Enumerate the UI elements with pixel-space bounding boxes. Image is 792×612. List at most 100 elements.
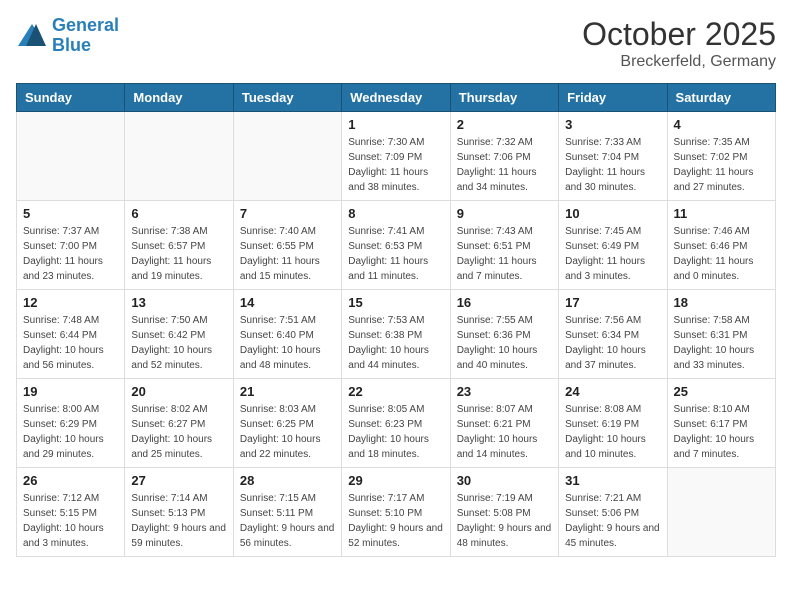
day-number: 17: [565, 295, 660, 310]
day-number: 30: [457, 473, 552, 488]
day-number: 20: [131, 384, 226, 399]
calendar-cell: 15 Sunrise: 7:53 AM Sunset: 6:38 PM Dayli…: [342, 290, 450, 379]
day-number: 7: [240, 206, 335, 221]
calendar-cell: 18Sunrise: 7:58 AM Sunset: 6:31 PM Dayli…: [667, 290, 775, 379]
day-info: Sunrise: 7:37 AM Sunset: 7:00 PM Dayligh…: [23, 224, 118, 284]
day-info: Sunrise: 7:46 AM Sunset: 6:46 PM Dayligh…: [674, 224, 769, 284]
day-info: Sunrise: 8:03 AM Sunset: 6:25 PM Dayligh…: [240, 402, 335, 462]
day-info: Sunrise: 7:48 AM Sunset: 6:44 PM Dayligh…: [23, 313, 118, 373]
calendar-cell: 25Sunrise: 8:10 AM Sunset: 6:17 PM Dayli…: [667, 379, 775, 468]
day-number: 3: [565, 117, 660, 132]
page-header: General Blue October 2025 Breckerfeld, G…: [16, 16, 776, 71]
day-number: 31: [565, 473, 660, 488]
day-info: Sunrise: 7:32 AM Sunset: 7:06 PM Dayligh…: [457, 135, 552, 195]
day-number: 28: [240, 473, 335, 488]
day-info: Sunrise: 8:08 AM Sunset: 6:19 PM Dayligh…: [565, 402, 660, 462]
logo-text: General Blue: [52, 16, 119, 56]
logo-line1: General: [52, 15, 119, 35]
calendar-cell: 13 Sunrise: 7:50 AM Sunset: 6:42 PM Dayli…: [125, 290, 233, 379]
day-info: Sunrise: 7:55 AM Sunset: 6:36 PM Dayligh…: [457, 313, 552, 373]
calendar-cell: [667, 468, 775, 557]
calendar-cell: 23 Sunrise: 8:07 AM Sunset: 6:21 PM Dayli…: [450, 379, 558, 468]
day-info: Sunrise: 8:07 AM Sunset: 6:21 PM Dayligh…: [457, 402, 552, 462]
calendar-cell: 8 Sunrise: 7:41 AM Sunset: 6:53 PM Daylig…: [342, 201, 450, 290]
calendar-cell: 9 Sunrise: 7:43 AM Sunset: 6:51 PM Daylig…: [450, 201, 558, 290]
calendar-cell: 27 Sunrise: 7:14 AM Sunset: 5:13 PM Dayli…: [125, 468, 233, 557]
weekday-header-row: SundayMondayTuesdayWednesdayThursdayFrid…: [17, 84, 776, 112]
weekday-header-thursday: Thursday: [450, 84, 558, 112]
day-number: 11: [674, 206, 769, 221]
week-row-3: 12 Sunrise: 7:48 AM Sunset: 6:44 PM Dayli…: [17, 290, 776, 379]
day-info: Sunrise: 7:45 AM Sunset: 6:49 PM Dayligh…: [565, 224, 660, 284]
day-info: Sunrise: 7:21 AM Sunset: 5:06 PM Dayligh…: [565, 491, 660, 551]
weekday-header-wednesday: Wednesday: [342, 84, 450, 112]
calendar-cell: 2 Sunrise: 7:32 AM Sunset: 7:06 PM Daylig…: [450, 112, 558, 201]
weekday-header-tuesday: Tuesday: [233, 84, 341, 112]
calendar-cell: 28 Sunrise: 7:15 AM Sunset: 5:11 PM Dayli…: [233, 468, 341, 557]
day-info: Sunrise: 7:56 AM Sunset: 6:34 PM Dayligh…: [565, 313, 660, 373]
calendar-cell: 29Sunrise: 7:17 AM Sunset: 5:10 PM Dayli…: [342, 468, 450, 557]
day-number: 21: [240, 384, 335, 399]
logo-line2: Blue: [52, 35, 91, 55]
day-number: 1: [348, 117, 443, 132]
day-info: Sunrise: 7:43 AM Sunset: 6:51 PM Dayligh…: [457, 224, 552, 284]
calendar-cell: 3 Sunrise: 7:33 AM Sunset: 7:04 PM Daylig…: [559, 112, 667, 201]
day-number: 15: [348, 295, 443, 310]
day-info: Sunrise: 7:12 AM Sunset: 5:15 PM Dayligh…: [23, 491, 118, 551]
day-info: Sunrise: 8:10 AM Sunset: 6:17 PM Dayligh…: [674, 402, 769, 462]
day-number: 26: [23, 473, 118, 488]
day-info: Sunrise: 7:35 AM Sunset: 7:02 PM Dayligh…: [674, 135, 769, 195]
calendar-cell: 22Sunrise: 8:05 AM Sunset: 6:23 PM Dayli…: [342, 379, 450, 468]
day-number: 8: [348, 206, 443, 221]
day-number: 27: [131, 473, 226, 488]
calendar-cell: 17 Sunrise: 7:56 AM Sunset: 6:34 PM Dayli…: [559, 290, 667, 379]
day-info: Sunrise: 7:33 AM Sunset: 7:04 PM Dayligh…: [565, 135, 660, 195]
day-number: 23: [457, 384, 552, 399]
calendar-cell: 26 Sunrise: 7:12 AM Sunset: 5:15 PM Dayli…: [17, 468, 125, 557]
calendar-cell: 5 Sunrise: 7:37 AM Sunset: 7:00 PM Daylig…: [17, 201, 125, 290]
calendar-cell: 6 Sunrise: 7:38 AM Sunset: 6:57 PM Daylig…: [125, 201, 233, 290]
weekday-header-saturday: Saturday: [667, 84, 775, 112]
day-number: 16: [457, 295, 552, 310]
day-info: Sunrise: 7:53 AM Sunset: 6:38 PM Dayligh…: [348, 313, 443, 373]
calendar-cell: 31 Sunrise: 7:21 AM Sunset: 5:06 PM Dayli…: [559, 468, 667, 557]
day-info: Sunrise: 7:19 AM Sunset: 5:08 PM Dayligh…: [457, 491, 552, 551]
day-number: 9: [457, 206, 552, 221]
day-number: 14: [240, 295, 335, 310]
week-row-2: 5 Sunrise: 7:37 AM Sunset: 7:00 PM Daylig…: [17, 201, 776, 290]
calendar-cell: [125, 112, 233, 201]
day-number: 10: [565, 206, 660, 221]
day-info: Sunrise: 7:51 AM Sunset: 6:40 PM Dayligh…: [240, 313, 335, 373]
weekday-header-monday: Monday: [125, 84, 233, 112]
month-title: October 2025 Breckerfeld, Germany: [582, 16, 776, 71]
day-number: 4: [674, 117, 769, 132]
week-row-5: 26 Sunrise: 7:12 AM Sunset: 5:15 PM Dayli…: [17, 468, 776, 557]
week-row-1: 1Sunrise: 7:30 AM Sunset: 7:09 PM Daylig…: [17, 112, 776, 201]
day-info: Sunrise: 7:50 AM Sunset: 6:42 PM Dayligh…: [131, 313, 226, 373]
day-info: Sunrise: 7:58 AM Sunset: 6:31 PM Dayligh…: [674, 313, 769, 373]
calendar-cell: 19Sunrise: 8:00 AM Sunset: 6:29 PM Dayli…: [17, 379, 125, 468]
day-number: 2: [457, 117, 552, 132]
day-number: 13: [131, 295, 226, 310]
logo: General Blue: [16, 16, 119, 56]
day-number: 6: [131, 206, 226, 221]
month-heading: October 2025: [582, 16, 776, 53]
week-row-4: 19Sunrise: 8:00 AM Sunset: 6:29 PM Dayli…: [17, 379, 776, 468]
day-number: 12: [23, 295, 118, 310]
day-number: 5: [23, 206, 118, 221]
calendar-cell: 12 Sunrise: 7:48 AM Sunset: 6:44 PM Dayli…: [17, 290, 125, 379]
calendar-cell: 30 Sunrise: 7:19 AM Sunset: 5:08 PM Dayli…: [450, 468, 558, 557]
calendar-cell: [233, 112, 341, 201]
calendar-cell: 10 Sunrise: 7:45 AM Sunset: 6:49 PM Dayli…: [559, 201, 667, 290]
day-info: Sunrise: 7:14 AM Sunset: 5:13 PM Dayligh…: [131, 491, 226, 551]
calendar-cell: 11 Sunrise: 7:46 AM Sunset: 6:46 PM Dayli…: [667, 201, 775, 290]
calendar-cell: 1Sunrise: 7:30 AM Sunset: 7:09 PM Daylig…: [342, 112, 450, 201]
day-info: Sunrise: 7:15 AM Sunset: 5:11 PM Dayligh…: [240, 491, 335, 551]
calendar-cell: 7Sunrise: 7:40 AM Sunset: 6:55 PM Daylig…: [233, 201, 341, 290]
weekday-header-sunday: Sunday: [17, 84, 125, 112]
day-info: Sunrise: 7:41 AM Sunset: 6:53 PM Dayligh…: [348, 224, 443, 284]
weekday-header-friday: Friday: [559, 84, 667, 112]
day-number: 24: [565, 384, 660, 399]
calendar-table: SundayMondayTuesdayWednesdayThursdayFrid…: [16, 83, 776, 557]
day-info: Sunrise: 7:38 AM Sunset: 6:57 PM Dayligh…: [131, 224, 226, 284]
